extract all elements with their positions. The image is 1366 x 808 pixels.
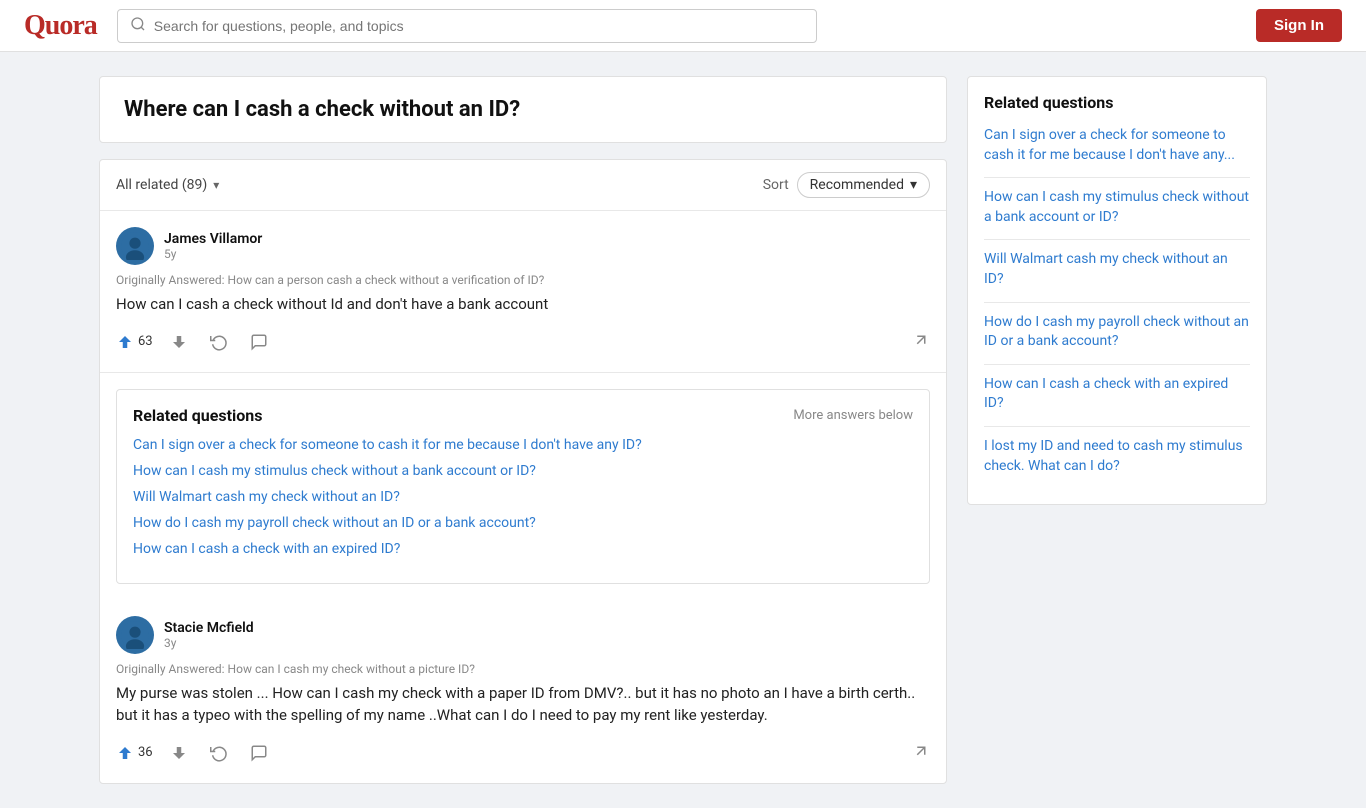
related-questions-inline: Related questions More answers below Can… xyxy=(116,389,930,584)
comment-button[interactable] xyxy=(245,328,273,356)
sidebar-link-6[interactable]: I lost my ID and need to cash my stimulu… xyxy=(984,437,1250,476)
related-link-3[interactable]: Will Walmart cash my check without an ID… xyxy=(133,489,913,505)
related-link-5[interactable]: How can I cash a check with an expired I… xyxy=(133,541,913,557)
answer-actions: 63 xyxy=(116,328,930,356)
left-column: Where can I cash a check without an ID? … xyxy=(99,76,947,784)
related-header-inline: Related questions More answers below xyxy=(133,406,913,425)
sort-area: Sort Recommended ▾ xyxy=(763,172,930,198)
retry-button[interactable] xyxy=(205,739,233,767)
quora-logo: Quora xyxy=(24,10,97,42)
chevron-down-icon: ▾ xyxy=(213,178,219,192)
downvote-button[interactable] xyxy=(165,739,193,767)
author-name: Stacie Mcfield xyxy=(164,620,254,636)
sign-in-button[interactable]: Sign In xyxy=(1256,9,1342,42)
upvote-button[interactable]: 36 xyxy=(116,744,153,762)
related-link-4[interactable]: How do I cash my payroll check without a… xyxy=(133,515,913,531)
search-icon xyxy=(130,16,146,36)
answer-card: Stacie Mcfield 3y Originally Answered: H… xyxy=(100,600,946,783)
question-box: Where can I cash a check without an ID? xyxy=(99,76,947,143)
sort-label: Sort xyxy=(763,177,789,193)
sidebar-divider xyxy=(984,364,1250,365)
answer-text: My purse was stolen ... How can I cash m… xyxy=(116,682,930,727)
sidebar-link-5[interactable]: How can I cash a check with an expired I… xyxy=(984,375,1250,414)
all-related-label: All related (89) xyxy=(116,177,207,193)
avatar xyxy=(116,227,154,265)
author-info: Stacie Mcfield 3y xyxy=(164,620,254,650)
share-button[interactable] xyxy=(912,331,930,353)
more-answers-label: More answers below xyxy=(793,408,913,423)
related-link-1[interactable]: Can I sign over a check for someone to c… xyxy=(133,437,913,453)
originally-answered: Originally Answered: How can a person ca… xyxy=(116,273,930,287)
all-related-dropdown[interactable]: All related (89) ▾ xyxy=(116,177,219,193)
sidebar-divider xyxy=(984,302,1250,303)
comment-button[interactable] xyxy=(245,739,273,767)
answer-text: How can I cash a check without Id and do… xyxy=(116,293,930,316)
answer-card: James Villamor 5y Originally Answered: H… xyxy=(100,211,946,373)
sidebar-divider xyxy=(984,177,1250,178)
question-title: Where can I cash a check without an ID? xyxy=(124,97,922,122)
originally-answered: Originally Answered: How can I cash my c… xyxy=(116,662,930,676)
sidebar-link-3[interactable]: Will Walmart cash my check without an ID… xyxy=(984,250,1250,289)
answer-actions: 36 xyxy=(116,739,930,767)
site-header: Quora Sign In xyxy=(0,0,1366,52)
upvote-count: 63 xyxy=(138,334,153,349)
sidebar-link-2[interactable]: How can I cash my stimulus check without… xyxy=(984,188,1250,227)
avatar xyxy=(116,616,154,654)
author-time: 5y xyxy=(164,247,262,261)
sort-dropdown[interactable]: Recommended ▾ xyxy=(797,172,930,198)
share-button[interactable] xyxy=(912,742,930,764)
author-time: 3y xyxy=(164,636,254,650)
sidebar-link-4[interactable]: How do I cash my payroll check without a… xyxy=(984,313,1250,352)
retry-button[interactable] xyxy=(205,328,233,356)
search-input[interactable] xyxy=(154,18,804,34)
related-link-2[interactable]: How can I cash my stimulus check without… xyxy=(133,463,913,479)
sidebar-box: Related questions Can I sign over a chec… xyxy=(967,76,1267,505)
answers-section: All related (89) ▾ Sort Recommended ▾ xyxy=(99,159,947,784)
sidebar-divider xyxy=(984,426,1250,427)
author-info: James Villamor 5y xyxy=(164,231,262,261)
sort-chevron-icon: ▾ xyxy=(910,177,917,193)
related-title-inline: Related questions xyxy=(133,406,262,425)
upvote-group: 63 xyxy=(116,333,153,351)
right-sidebar: Related questions Can I sign over a chec… xyxy=(967,76,1267,784)
filter-bar: All related (89) ▾ Sort Recommended ▾ xyxy=(100,160,946,211)
answer-header: James Villamor 5y xyxy=(116,227,930,265)
upvote-group: 36 xyxy=(116,744,153,762)
upvote-count: 36 xyxy=(138,745,153,760)
search-bar[interactable] xyxy=(117,9,817,43)
sort-value: Recommended xyxy=(810,177,904,193)
answer-header: Stacie Mcfield 3y xyxy=(116,616,930,654)
upvote-button[interactable]: 63 xyxy=(116,333,153,351)
sidebar-divider xyxy=(984,239,1250,240)
downvote-button[interactable] xyxy=(165,328,193,356)
main-layout: Where can I cash a check without an ID? … xyxy=(83,76,1283,784)
sidebar-link-1[interactable]: Can I sign over a check for someone to c… xyxy=(984,126,1250,165)
author-name: James Villamor xyxy=(164,231,262,247)
sidebar-title: Related questions xyxy=(984,93,1250,112)
